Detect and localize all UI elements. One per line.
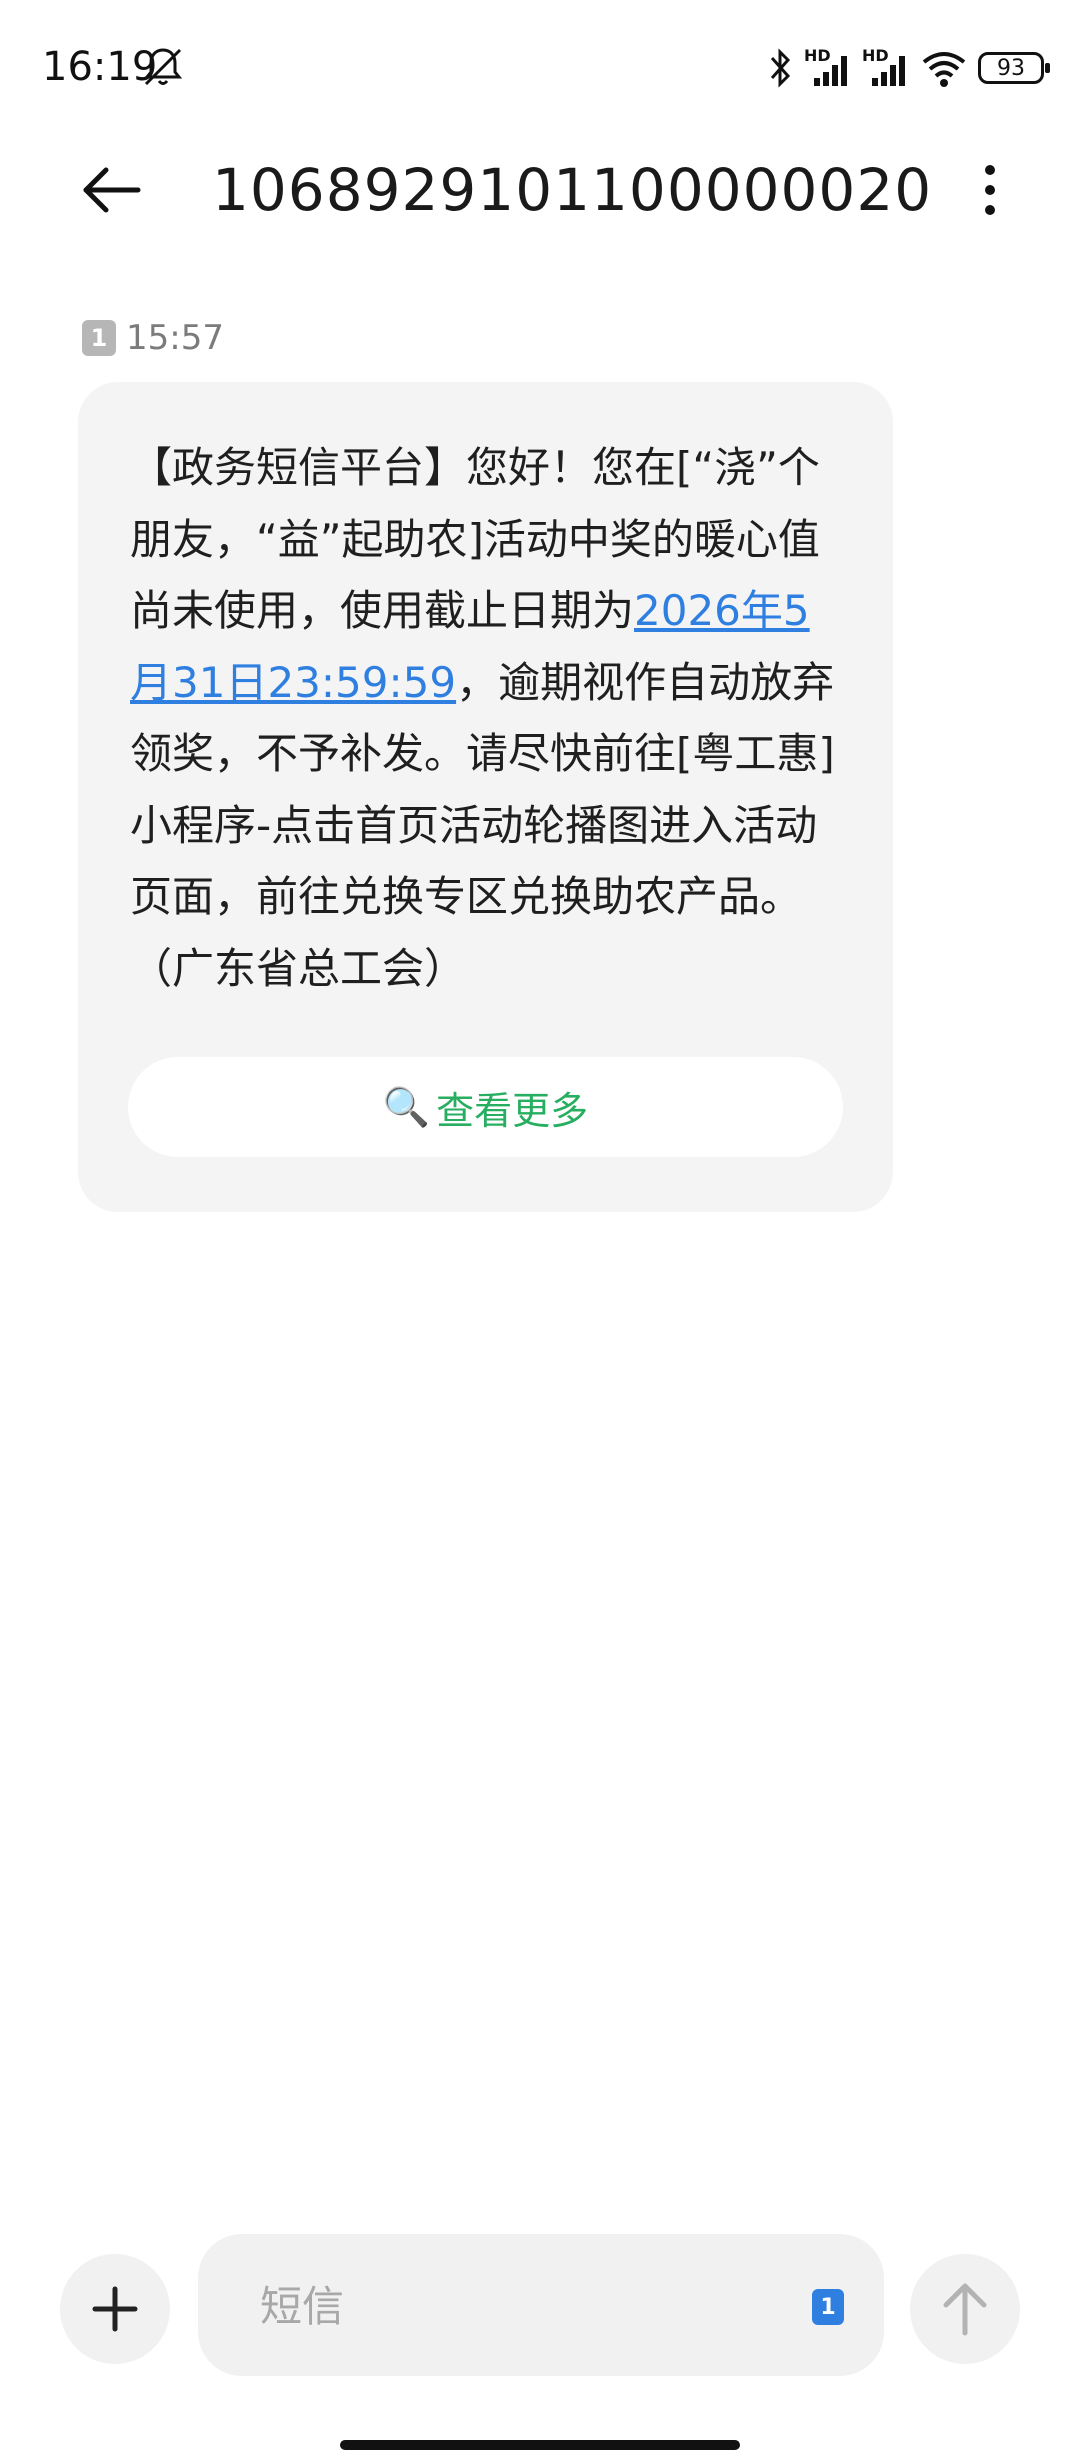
conversation-title: 1068929101100000020 [212, 156, 933, 224]
message-time: 15:57 [126, 318, 224, 358]
more-vert-icon [985, 165, 995, 215]
signal-icon: HD [804, 46, 852, 90]
bluetooth-icon [770, 48, 791, 88]
sim-select-badge[interactable]: 1 [812, 2289, 844, 2325]
view-more-label: 查看更多 [436, 1088, 589, 1133]
message-meta: 1 15:57 [82, 318, 224, 358]
plus-icon [92, 2286, 138, 2332]
send-button[interactable] [910, 2254, 1020, 2364]
home-indicator[interactable] [340, 2440, 740, 2450]
mute-bell-icon [143, 48, 183, 86]
message-text: 【政务短信平台】您好！您在[“浇”个朋友，“益”起助农]活动中奖的暖心值尚未使用… [130, 432, 850, 1004]
battery-level: 93 [997, 55, 1025, 81]
message-input[interactable] [258, 2262, 782, 2350]
status-icons: HD HD 93 [768, 44, 1050, 92]
search-icon: 🔍 [382, 1084, 431, 1129]
back-arrow-icon [83, 167, 141, 213]
signal-icon-2: HD [862, 46, 910, 90]
message-input-box[interactable]: 1 [198, 2234, 884, 2376]
composer-bar: 1 [0, 2220, 1080, 2380]
message-bubble[interactable]: 【政务短信平台】您好！您在[“浇”个朋友，“益”起助农]活动中奖的暖心值尚未使用… [78, 382, 893, 1212]
wifi-icon [922, 52, 966, 87]
more-options-button[interactable] [960, 152, 1020, 228]
add-attachment-button[interactable] [60, 2254, 170, 2364]
view-more-button[interactable]: 🔍 查看更多 [128, 1057, 843, 1157]
sim-badge: 1 [82, 320, 116, 356]
conversation-header: 1068929101100000020 [0, 130, 1080, 250]
battery-icon: 93 [978, 52, 1050, 84]
message-text-after: ，逾期视作自动放弃领奖，不予补发。请尽快前往[粤工惠]小程序-点击首页活动轮播图… [130, 657, 835, 993]
back-button[interactable] [72, 152, 152, 228]
status-bar: 16:19 HD HD 93 [0, 0, 1080, 140]
send-arrow-icon [943, 2283, 987, 2336]
